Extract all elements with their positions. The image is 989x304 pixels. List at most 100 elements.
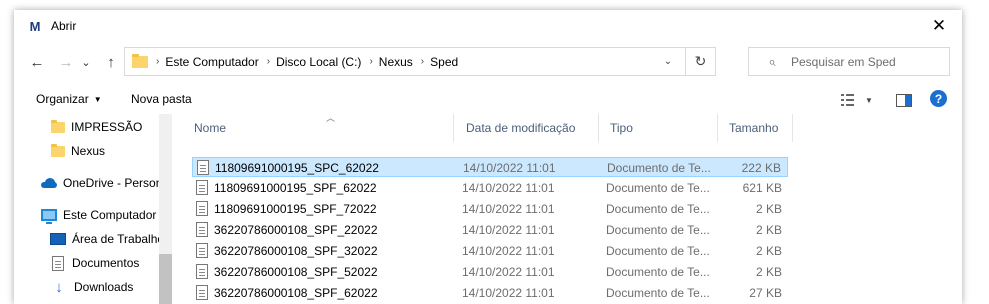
sidebar-item-documentos[interactable]: Documentos	[50, 252, 139, 274]
organize-label: Organizar	[36, 92, 89, 106]
sidebar-item-label: Documentos	[72, 256, 139, 270]
file-row[interactable]: 36220786000108_SPF_22022 14/10/2022 11:0…	[192, 220, 788, 240]
text-document-icon	[196, 180, 208, 195]
file-type: Documento de Te...	[607, 161, 713, 175]
address-dropdown-chevron-icon[interactable]: ⌄	[657, 48, 679, 75]
file-name: 11809691000195_SPF_72022	[214, 202, 377, 216]
documents-icon	[52, 256, 64, 271]
file-size: 2 KB	[756, 244, 782, 258]
file-row[interactable]: 36220786000108_SPF_62022 14/10/2022 11:0…	[192, 283, 788, 303]
open-file-dialog: M Abrir ✕ ← → ⌄ ↑ › Este Computador › Di…	[14, 10, 962, 304]
text-document-icon	[196, 243, 208, 258]
download-arrow-icon: ↓	[52, 280, 66, 295]
folder-icon	[51, 146, 65, 157]
search-icon: ⌕	[765, 55, 779, 69]
dialog-title: Abrir	[51, 19, 76, 33]
file-row[interactable]: 36220786000108_SPF_52022 14/10/2022 11:0…	[192, 262, 788, 282]
desktop-icon	[50, 233, 66, 245]
chevron-down-icon: ▼	[865, 96, 873, 105]
details-view-icon	[841, 94, 859, 106]
file-modified: 14/10/2022 11:01	[462, 286, 555, 300]
navigation-bar: ← → ⌄ ↑ › Este Computador › Disco Local …	[14, 47, 962, 77]
scrollbar-thumb[interactable]	[159, 254, 172, 304]
back-arrow-icon[interactable]: ←	[26, 51, 48, 73]
file-size: 621 KB	[743, 181, 782, 195]
sidebar-item-label: OneDrive - Person	[63, 176, 162, 190]
close-button[interactable]: ✕	[916, 10, 962, 42]
preview-pane-icon	[896, 94, 912, 107]
file-type: Documento de Te...	[606, 181, 712, 195]
up-arrow-icon[interactable]: ↑	[100, 51, 122, 73]
sidebar-item-onedrive[interactable]: OneDrive - Person	[41, 172, 162, 194]
file-size: 222 KB	[742, 161, 781, 175]
text-document-icon	[196, 201, 208, 216]
new-folder-button[interactable]: Nova pasta	[131, 92, 192, 106]
forward-arrow-icon[interactable]: →	[55, 51, 77, 73]
folder-icon	[132, 56, 148, 68]
search-input[interactable]	[791, 55, 941, 69]
sidebar-item-este-computador[interactable]: Este Computador	[41, 204, 156, 226]
file-row[interactable]: 11809691000195_SPF_62022 14/10/2022 11:0…	[192, 178, 788, 198]
sidebar-item-label: IMPRESSÃO	[71, 120, 142, 134]
breadcrumb-separator-icon: ›	[421, 56, 424, 67]
breadcrumb-nexus[interactable]: Nexus	[379, 55, 413, 69]
sidebar-item-label: Nexus	[71, 144, 105, 158]
breadcrumb-separator-icon: ›	[369, 56, 372, 67]
file-size: 2 KB	[756, 223, 782, 237]
breadcrumb-este-computador[interactable]: Este Computador	[165, 55, 258, 69]
sidebar-item-label: Este Computador	[63, 208, 156, 222]
command-bar: Organizar▼ Nova pasta ▼	[14, 86, 962, 114]
file-modified: 14/10/2022 11:01	[462, 223, 555, 237]
title-bar: M Abrir ✕	[14, 10, 962, 42]
organize-button[interactable]: Organizar▼	[36, 92, 102, 106]
file-modified: 14/10/2022 11:01	[463, 161, 556, 175]
sidebar-item-label: Downloads	[74, 280, 133, 294]
sidebar-item-downloads[interactable]: ↓ Downloads	[50, 276, 133, 298]
file-modified: 14/10/2022 11:01	[462, 181, 555, 195]
text-document-icon	[197, 160, 209, 175]
recent-locations-chevron-icon[interactable]: ⌄	[79, 51, 93, 73]
navigation-pane: IMPRESSÃO Nexus OneDrive - Person Este C…	[14, 114, 174, 304]
text-document-icon	[196, 222, 208, 237]
file-type: Documento de Te...	[606, 202, 712, 216]
column-header-modified[interactable]: Data de modificação	[456, 114, 599, 142]
onedrive-cloud-icon	[41, 178, 57, 188]
file-type: Documento de Te...	[606, 244, 712, 258]
help-icon[interactable]: ?	[930, 90, 947, 107]
column-header-type[interactable]: Tipo	[600, 114, 718, 142]
column-header-name[interactable]: Nome	[184, 114, 454, 142]
file-name: 36220786000108_SPF_22022	[214, 223, 378, 237]
address-bar[interactable]: › Este Computador › Disco Local (C:) › N…	[124, 47, 716, 76]
breadcrumb-disco-local[interactable]: Disco Local (C:)	[276, 55, 361, 69]
file-row[interactable]: 36220786000108_SPF_32022 14/10/2022 11:0…	[192, 241, 788, 261]
text-document-icon	[196, 285, 208, 300]
sidebar-item-area-de-trabalho[interactable]: Área de Trabalho	[50, 228, 164, 250]
sidebar-item-impressao[interactable]: IMPRESSÃO	[51, 116, 142, 138]
file-type: Documento de Te...	[606, 265, 712, 279]
file-type: Documento de Te...	[606, 223, 712, 237]
file-type: Documento de Te...	[606, 286, 712, 300]
sidebar-item-nexus[interactable]: Nexus	[51, 140, 105, 162]
computer-icon	[41, 209, 57, 221]
breadcrumb-sped[interactable]: Sped	[430, 55, 458, 69]
change-view-button[interactable]: ▼	[839, 90, 875, 110]
app-logo-icon: M	[27, 18, 43, 34]
search-box[interactable]: ⌕	[748, 47, 950, 76]
file-row[interactable]: 11809691000195_SPC_62022 14/10/2022 11:0…	[192, 157, 788, 177]
sidebar-item-label: Área de Trabalho	[72, 232, 164, 246]
breadcrumb-separator-icon: ›	[156, 56, 159, 67]
file-name: 36220786000108_SPF_52022	[214, 265, 378, 279]
file-name: 11809691000195_SPF_62022	[214, 181, 377, 195]
text-document-icon	[196, 264, 208, 279]
file-modified: 14/10/2022 11:01	[462, 265, 555, 279]
file-row[interactable]: 11809691000195_SPF_72022 14/10/2022 11:0…	[192, 199, 788, 219]
file-name: 36220786000108_SPF_62022	[214, 286, 378, 300]
file-list: ︿ Nome Data de modificação Tipo Tamanho …	[184, 114, 962, 304]
file-size: 27 KB	[749, 286, 782, 300]
preview-pane-button[interactable]	[894, 90, 914, 110]
column-header-size[interactable]: Tamanho	[719, 114, 793, 142]
folder-icon	[51, 122, 65, 133]
breadcrumb-separator-icon: ›	[267, 56, 270, 67]
refresh-icon[interactable]: ↻	[685, 48, 715, 75]
file-size: 2 KB	[756, 202, 782, 216]
